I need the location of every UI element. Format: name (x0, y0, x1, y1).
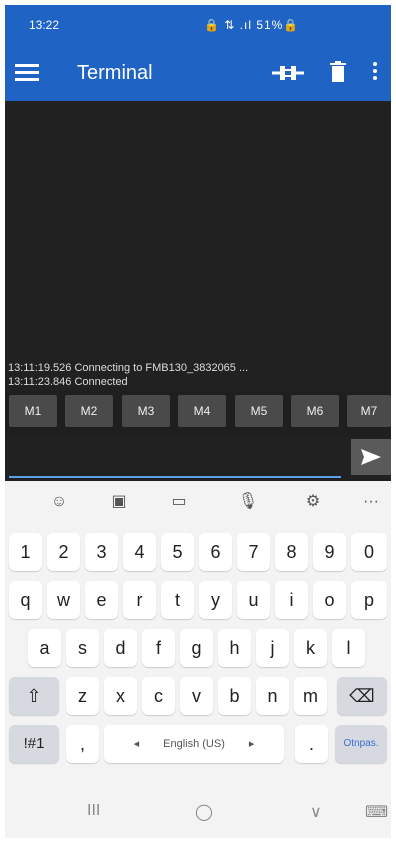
status-time: 13:22 (29, 18, 60, 32)
key-d[interactable]: d (104, 629, 137, 667)
key-b[interactable]: b (218, 677, 251, 715)
microphone-icon[interactable]: 🎙 (228, 489, 268, 515)
key-2[interactable]: 2 (47, 533, 80, 571)
macro-bar: M1 M2 M3 M4 M5 M6 M7 (5, 395, 391, 431)
key-w[interactable]: w (47, 581, 80, 619)
terminal-line: 13:11:23.846 Connected (8, 376, 128, 388)
trash-icon[interactable] (329, 61, 347, 83)
key-e[interactable]: e (85, 581, 118, 619)
key-8[interactable]: 8 (275, 533, 308, 571)
period-key[interactable]: . (295, 725, 328, 763)
keyboard-switch-icon[interactable]: ⌨ (365, 802, 388, 822)
phone-screen: 13:22 🔒 ⇅ .ıl 51%🔒 Terminal 13:11:19.526… (5, 5, 391, 838)
input-row (5, 437, 391, 479)
key-u[interactable]: u (237, 581, 270, 619)
key-t[interactable]: t (161, 581, 194, 619)
macro-button-m6[interactable]: M6 (291, 395, 339, 427)
menu-icon[interactable] (15, 62, 39, 82)
key-5[interactable]: 5 (161, 533, 194, 571)
key-s[interactable]: s (66, 629, 99, 667)
key-n[interactable]: n (256, 677, 289, 715)
status-bar: 13:22 🔒 ⇅ .ıl 51%🔒 (5, 5, 391, 45)
space-language-label: English (US) (163, 738, 225, 750)
key-y[interactable]: y (199, 581, 232, 619)
back-icon[interactable]: ∨ (310, 802, 322, 822)
key-7[interactable]: 7 (237, 533, 270, 571)
key-f[interactable]: f (142, 629, 175, 667)
key-r[interactable]: r (123, 581, 156, 619)
keyboard: ☺ ▣ ▭ 🎙 ⚙ ··· 1 2 3 4 5 6 7 8 9 0 q w e … (5, 481, 391, 838)
key-j[interactable]: j (256, 629, 289, 667)
message-input[interactable] (9, 437, 341, 475)
key-3[interactable]: 3 (85, 533, 118, 571)
space-bar[interactable]: ◂ English (US) ▸ (104, 725, 284, 763)
terminal-line: 13:11:19.526 Connecting to FMB130_383206… (8, 362, 249, 374)
key-h[interactable]: h (218, 629, 251, 667)
key-0[interactable]: 0 (351, 533, 387, 571)
macro-button-m1[interactable]: M1 (9, 395, 57, 427)
key-4[interactable]: 4 (123, 533, 156, 571)
macro-button-m3[interactable]: M3 (122, 395, 170, 427)
emoji-icon[interactable]: ☺ (39, 489, 79, 515)
macro-button-m5[interactable]: M5 (235, 395, 283, 427)
language-left-arrow-icon: ◂ (133, 738, 140, 750)
key-z[interactable]: z (66, 677, 99, 715)
macro-button-m2[interactable]: M2 (65, 395, 113, 427)
key-p[interactable]: p (351, 581, 387, 619)
send-button[interactable] (351, 439, 391, 475)
app-bar: Terminal (5, 45, 391, 101)
key-a[interactable]: a (28, 629, 61, 667)
enter-key[interactable]: Otnpas. (335, 725, 387, 763)
backspace-key[interactable]: ⌫ (337, 677, 387, 715)
shift-key[interactable]: ⇧ (9, 677, 59, 715)
sticker-icon[interactable]: ▣ (99, 489, 139, 515)
send-icon (361, 449, 381, 465)
more-icon[interactable]: ··· (351, 489, 391, 515)
terminal-log: 13:11:19.526 Connecting to FMB130_383206… (8, 361, 248, 389)
key-i[interactable]: i (275, 581, 308, 619)
language-right-arrow-icon: ▸ (248, 738, 255, 750)
key-c[interactable]: c (142, 677, 175, 715)
navigation-bar: III ◯ ∨ ⌨ (5, 788, 391, 838)
key-k[interactable]: k (294, 629, 327, 667)
recent-apps-icon[interactable]: III (87, 802, 100, 820)
key-1[interactable]: 1 (9, 533, 42, 571)
key-6[interactable]: 6 (199, 533, 232, 571)
terminal-output: 13:11:19.526 Connecting to FMB130_383206… (5, 101, 391, 391)
key-l[interactable]: l (332, 629, 365, 667)
home-icon[interactable]: ◯ (195, 802, 213, 822)
connect-icon[interactable] (270, 62, 306, 84)
key-q[interactable]: q (9, 581, 42, 619)
key-o[interactable]: o (313, 581, 346, 619)
key-v[interactable]: v (180, 677, 213, 715)
symbols-key[interactable]: !#1 (9, 725, 59, 763)
status-system-icons: 🔒 ⇅ .ıl 51%🔒 (204, 18, 300, 32)
settings-icon[interactable]: ⚙ (293, 489, 333, 515)
overflow-menu-icon[interactable] (370, 61, 380, 83)
comma-key[interactable]: , (66, 725, 99, 763)
key-x[interactable]: x (104, 677, 137, 715)
key-9[interactable]: 9 (313, 533, 346, 571)
macro-button-m4[interactable]: M4 (178, 395, 226, 427)
key-m[interactable]: m (294, 677, 327, 715)
gif-icon[interactable]: ▭ (159, 489, 199, 515)
key-g[interactable]: g (180, 629, 213, 667)
input-underline (9, 476, 341, 478)
page-title: Terminal (77, 62, 153, 84)
macro-button-m7[interactable]: M7 (347, 395, 391, 427)
